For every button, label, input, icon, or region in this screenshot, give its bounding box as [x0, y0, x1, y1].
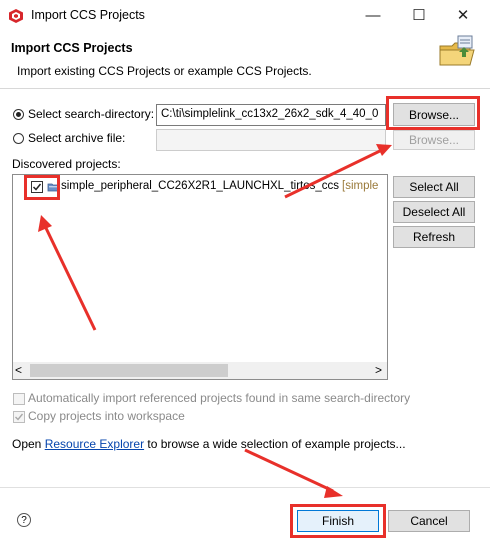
arrow-to-checkbox	[43, 225, 97, 331]
arrow-to-finish	[244, 448, 334, 493]
arrow-to-browse-head	[376, 144, 392, 156]
annotation-arrows	[38, 144, 392, 498]
arrow-to-finish-head	[324, 486, 343, 498]
arrow-to-browse	[284, 148, 383, 199]
